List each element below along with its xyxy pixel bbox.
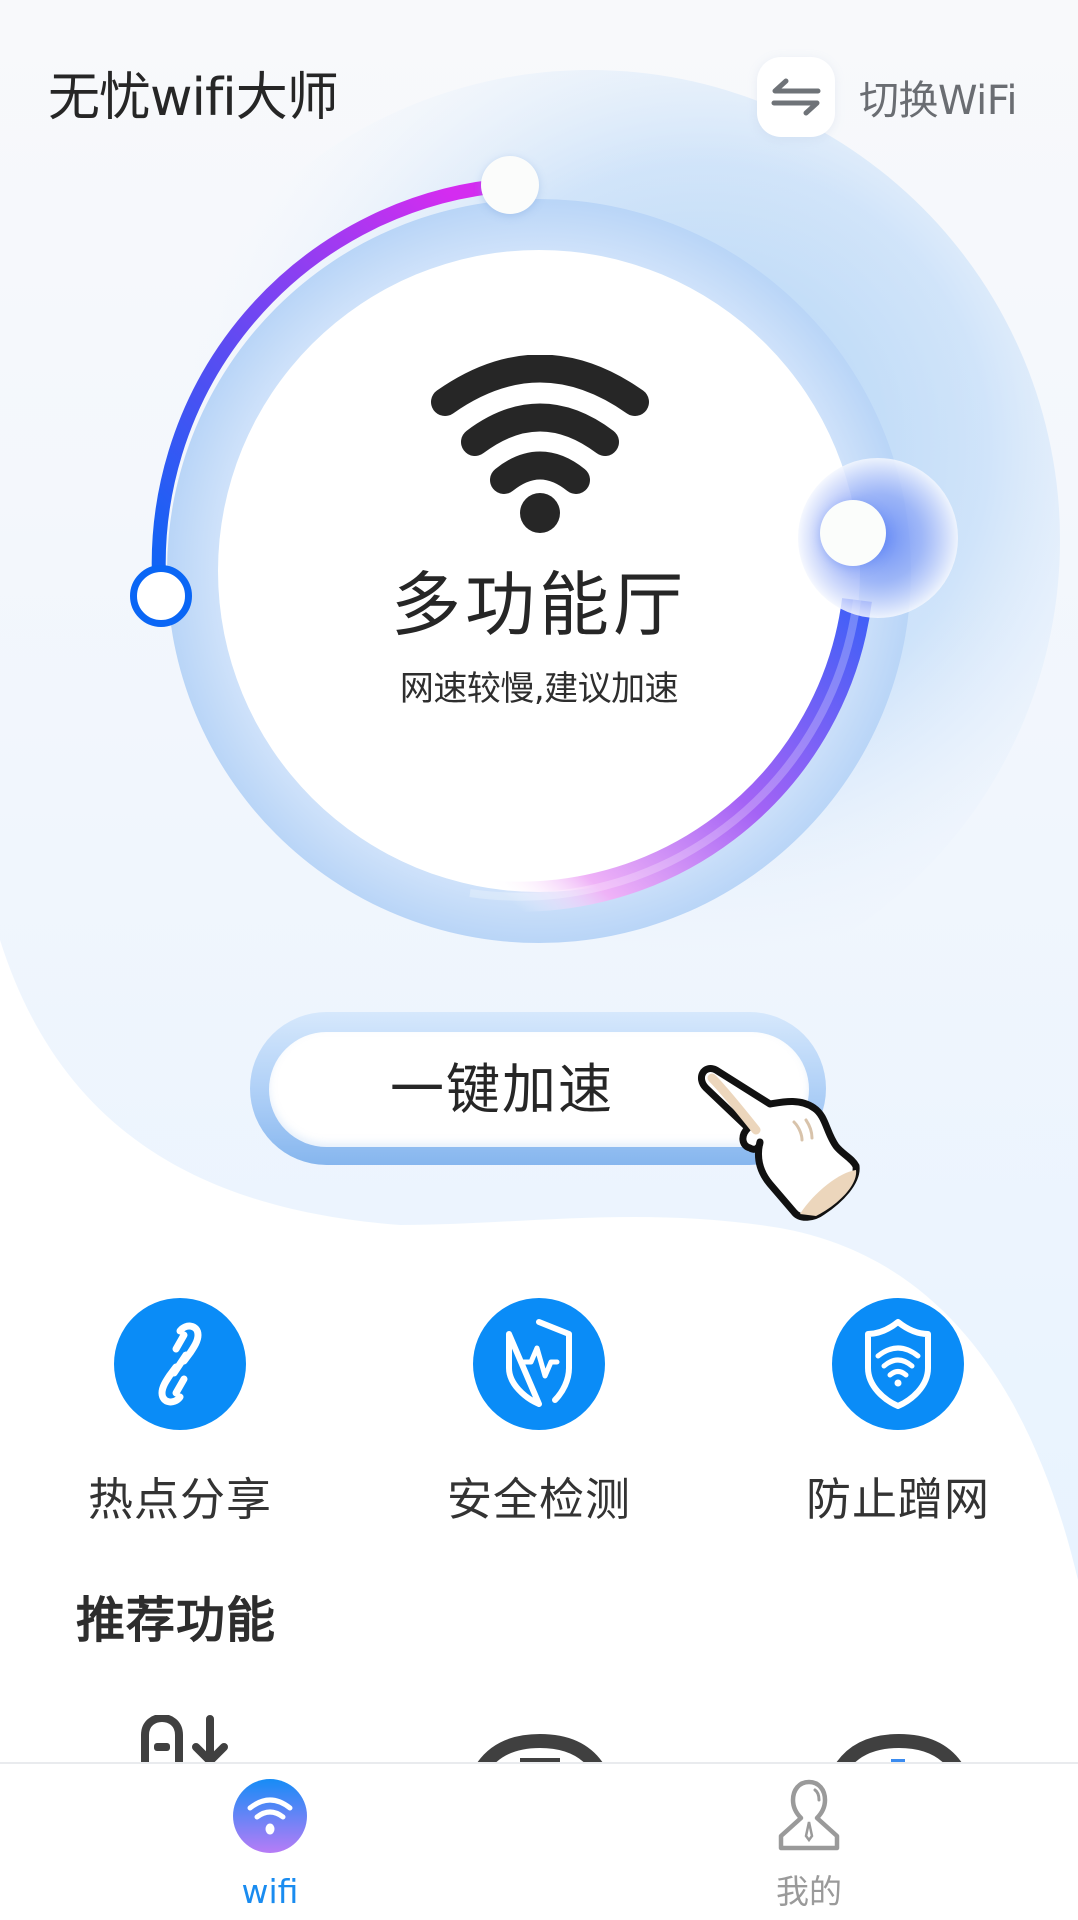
feature-icon-bg — [473, 1298, 605, 1430]
tab-wifi-label: wifi — [241, 1872, 299, 1911]
user-profile-icon — [778, 1779, 840, 1851]
gauge-icon — [477, 1733, 603, 1762]
switch-wifi-label: 切换WiFi — [859, 78, 1018, 124]
app-title: 无忧wifi大师 — [48, 68, 339, 128]
feature-label: 热点分享 — [87, 1473, 272, 1526]
feature-icon-bg — [114, 1298, 246, 1430]
dial-right-knob[interactable] — [820, 500, 886, 566]
bottom-tab-bar: wifi 我的 — [0, 1762, 1078, 1920]
dial-top-knob[interactable] — [481, 156, 539, 214]
phone-download-icon — [141, 1715, 228, 1762]
link-icon — [158, 1322, 202, 1406]
hand-pointer-icon — [698, 1065, 860, 1221]
feature-security-check[interactable]: 安全检测 — [409, 1298, 669, 1538]
swap-arrows-icon — [771, 78, 821, 116]
tab-profile-label: 我的 — [776, 1872, 842, 1911]
recommended-title: 推荐功能 — [76, 1592, 277, 1649]
recommended-item-3[interactable] — [829, 1715, 969, 1762]
feature-icon-bg — [832, 1298, 964, 1430]
tab-wifi[interactable]: wifi — [170, 1778, 370, 1918]
shield-wifi-icon — [865, 1319, 931, 1409]
feature-label: 安全检测 — [446, 1473, 631, 1526]
tab-profile[interactable]: 我的 — [709, 1778, 909, 1918]
feature-prevent-leeching[interactable]: 防止蹭网 — [768, 1298, 1028, 1538]
gauge-icon — [836, 1733, 962, 1762]
recommended-item-1[interactable] — [140, 1715, 240, 1762]
hub-status-text: 网速较慢,建议加速 — [399, 669, 679, 709]
recommended-item-2[interactable] — [470, 1715, 610, 1762]
dial-start-knob[interactable] — [130, 565, 192, 627]
hub-title: 多功能厅 — [391, 564, 687, 646]
shield-pulse-icon — [506, 1319, 572, 1407]
switch-wifi-button[interactable]: 切换WiFi — [757, 57, 1037, 137]
wifi-tab-icon — [233, 1779, 307, 1853]
switch-icon-box[interactable] — [757, 57, 835, 137]
feature-label: 防止蹭网 — [805, 1473, 990, 1526]
wifi-icon — [431, 355, 649, 533]
feature-hotspot-share[interactable]: 热点分享 — [50, 1298, 310, 1538]
